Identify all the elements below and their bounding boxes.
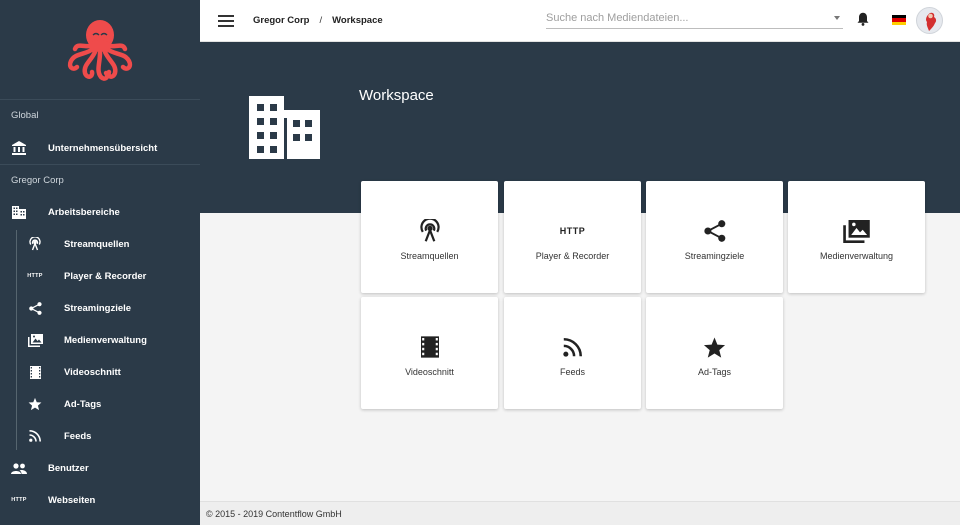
http-icon-text: HTTP (559, 226, 586, 236)
photo-library-icon (843, 218, 870, 244)
photo-library-icon (27, 332, 43, 348)
http-icon-text: HTTP (27, 273, 43, 279)
share-icon (27, 300, 43, 316)
breadcrumb-separator: / (319, 15, 323, 26)
tile-ad-tags[interactable]: Ad-Tags (646, 297, 783, 409)
sidebar: Global Unternehmensübersicht Gregor Corp… (0, 0, 200, 525)
sidebar-item-label: Medienverwaltung (64, 334, 147, 346)
sidebar-item-player-recorder[interactable]: HTTP Player & Recorder (0, 260, 200, 292)
star-icon (703, 334, 726, 360)
rss-icon (27, 428, 43, 444)
tile-label: Ad-Tags (697, 367, 732, 377)
sidebar-item-label: Webseiten (48, 494, 96, 506)
octopus-logo[interactable] (0, 0, 200, 100)
octopus-logo-icon (67, 19, 133, 81)
breadcrumb-workspace[interactable]: Workspace (332, 15, 383, 26)
tile-label: Videoschnitt (405, 367, 454, 377)
sidebar-item-label: Benutzer (48, 462, 89, 474)
sidebar-item-video-editing[interactable]: Videoschnitt (0, 356, 200, 388)
footer: © 2015 - 2019 Contentflow GmbH (200, 501, 960, 525)
section-label-global: Global (11, 110, 39, 121)
sidebar-item-label: Videoschnitt (64, 366, 121, 378)
chevron-down-icon[interactable] (834, 16, 840, 20)
german-flag-icon[interactable] (892, 15, 906, 25)
sidebar-item-users[interactable]: Benutzer (0, 452, 200, 484)
sidebar-item-label: Player & Recorder (64, 270, 147, 282)
sidebar-item-ad-tags[interactable]: Ad-Tags (0, 388, 200, 420)
sidebar-item-feeds[interactable]: Feeds (0, 420, 200, 452)
sidebar-item-media-management[interactable]: Medienverwaltung (0, 324, 200, 356)
tile-video-editing[interactable]: Videoschnitt (361, 297, 498, 409)
tile-label: Player & Recorder (535, 251, 610, 261)
sidebar-item-streaming-targets[interactable]: Streamingziele (0, 292, 200, 324)
building-icon (249, 96, 320, 164)
section-label-company: Gregor Corp (0, 164, 200, 196)
antenna-icon (27, 236, 43, 252)
media-search (546, 8, 843, 29)
workspace-subnav: Streamquellen HTTP Player & Recorder Str… (0, 228, 200, 452)
antenna-icon (418, 218, 442, 244)
bank-icon (11, 140, 27, 156)
sidebar-item-label: Arbeitsbereiche (48, 206, 120, 218)
tile-feeds[interactable]: Feeds (504, 297, 641, 409)
search-input[interactable] (546, 12, 816, 24)
film-icon (420, 334, 439, 360)
sidebar-item-label: Ad-Tags (64, 398, 102, 410)
tile-stream-sources[interactable]: Streamquellen (361, 181, 498, 293)
tile-media-management[interactable]: Medienverwaltung (788, 181, 925, 293)
tile-player-recorder[interactable]: HTTP Player & Recorder (504, 181, 641, 293)
rss-icon (563, 334, 582, 360)
avatar[interactable] (916, 7, 943, 34)
menu-icon[interactable] (218, 14, 234, 27)
sidebar-item-label: Streamingziele (64, 302, 132, 314)
sidebar-item-label: Feeds (64, 430, 92, 442)
tile-label: Streamquellen (400, 251, 459, 261)
breadcrumb-company[interactable]: Gregor Corp (253, 15, 309, 26)
sidebar-item-label: Streamquellen (64, 238, 130, 250)
star-icon (27, 396, 43, 412)
tile-label: Feeds (559, 367, 585, 377)
http-icon-text: HTTP (11, 497, 27, 503)
building-icon (11, 204, 27, 220)
page-title: Workspace (359, 87, 434, 104)
copyright-text: © 2015 - 2019 Contentflow GmbH (206, 509, 342, 519)
sidebar-item-stream-sources[interactable]: Streamquellen (0, 228, 200, 260)
sidebar-item-websites[interactable]: HTTP Webseiten (0, 484, 200, 516)
http-icon: HTTP (560, 218, 586, 244)
top-bar: Gregor Corp / Workspace (200, 0, 960, 42)
people-icon (11, 460, 27, 476)
share-icon (703, 218, 726, 244)
sidebar-item-label: Unternehmensübersicht (48, 142, 158, 154)
tile-label: Streamingziele (684, 251, 745, 261)
tile-label: Medienverwaltung (819, 251, 894, 261)
film-icon (27, 364, 43, 380)
sidebar-item-company-overview[interactable]: Unternehmensübersicht (0, 132, 200, 164)
http-icon: HTTP (11, 492, 27, 508)
http-icon: HTTP (27, 268, 43, 284)
tile-streaming-targets[interactable]: Streamingziele (646, 181, 783, 293)
bell-icon[interactable] (857, 12, 869, 31)
sidebar-item-workspaces[interactable]: Arbeitsbereiche (0, 196, 200, 228)
